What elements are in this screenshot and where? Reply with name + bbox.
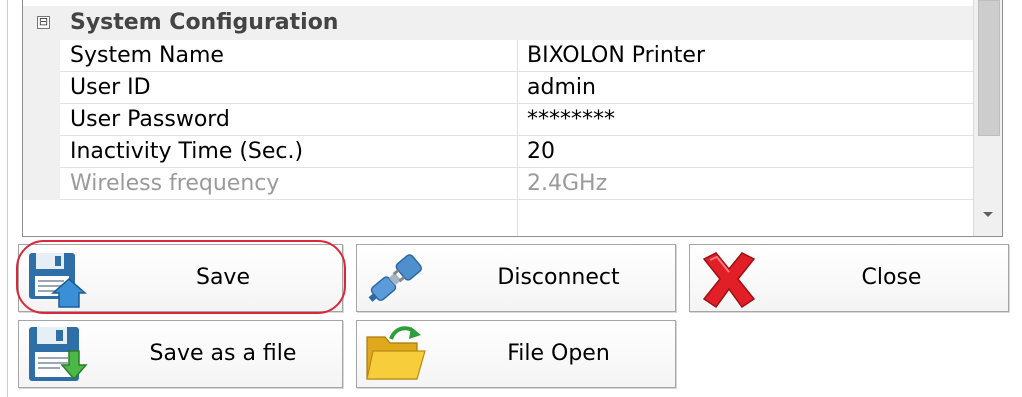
category-label: System Configuration (70, 10, 339, 35)
property-value[interactable]: admin (527, 72, 967, 103)
save-as-file-button-label: Save as a file (149, 341, 297, 366)
file-open-button[interactable]: File Open (356, 320, 676, 388)
property-value: 2.4GHz (527, 171, 608, 196)
property-name: User Password (70, 107, 230, 132)
property-row-system-name[interactable]: System Name BIXOLON Printer (23, 40, 973, 72)
property-name: User ID (70, 75, 151, 100)
vertical-scrollbar[interactable] (973, 0, 1002, 236)
property-row-wireless-frequency: Wireless frequency 2.4GHz (23, 168, 973, 200)
save-as-file-button[interactable]: Save as a file (18, 320, 343, 388)
folder-open-icon (366, 326, 426, 380)
save-file-icon (29, 327, 88, 381)
save-to-printer-icon (29, 253, 87, 308)
property-value[interactable]: BIXOLON Printer (527, 40, 967, 71)
property-value[interactable]: ******** (527, 104, 967, 135)
property-name: System Name (70, 43, 224, 68)
scrollbar-thumb[interactable] (978, 0, 1000, 136)
property-name: Wireless frequency (70, 171, 280, 196)
property-row-user-id[interactable]: User ID admin (23, 72, 973, 104)
red-x-icon (702, 252, 756, 309)
collapse-toggle-icon[interactable]: ⊟ (37, 16, 50, 29)
scroll-down-arrow-icon[interactable] (983, 212, 993, 217)
save-button[interactable]: Save (18, 244, 343, 312)
property-row-inactivity-time[interactable]: Inactivity Time (Sec.) 20 (23, 136, 973, 168)
category-row-system-configuration[interactable]: ⊟ System Configuration (23, 6, 973, 40)
property-value[interactable]: 20 (527, 136, 967, 167)
property-name: Inactivity Time (Sec.) (70, 139, 304, 164)
property-row-user-password[interactable]: User Password ******** (23, 104, 973, 136)
save-button-label: Save (195, 265, 250, 290)
plug-icon (368, 254, 422, 302)
disconnect-button[interactable]: Disconnect (356, 244, 676, 312)
disconnect-button-label: Disconnect (497, 265, 620, 290)
file-open-button-label: File Open (507, 341, 610, 366)
property-grid[interactable]: ⊟ System Configuration System Name BIXOL… (22, 0, 1003, 237)
close-button[interactable]: Close (689, 244, 1009, 312)
close-button-label: Close (861, 265, 922, 290)
window-left-border (7, 0, 8, 397)
